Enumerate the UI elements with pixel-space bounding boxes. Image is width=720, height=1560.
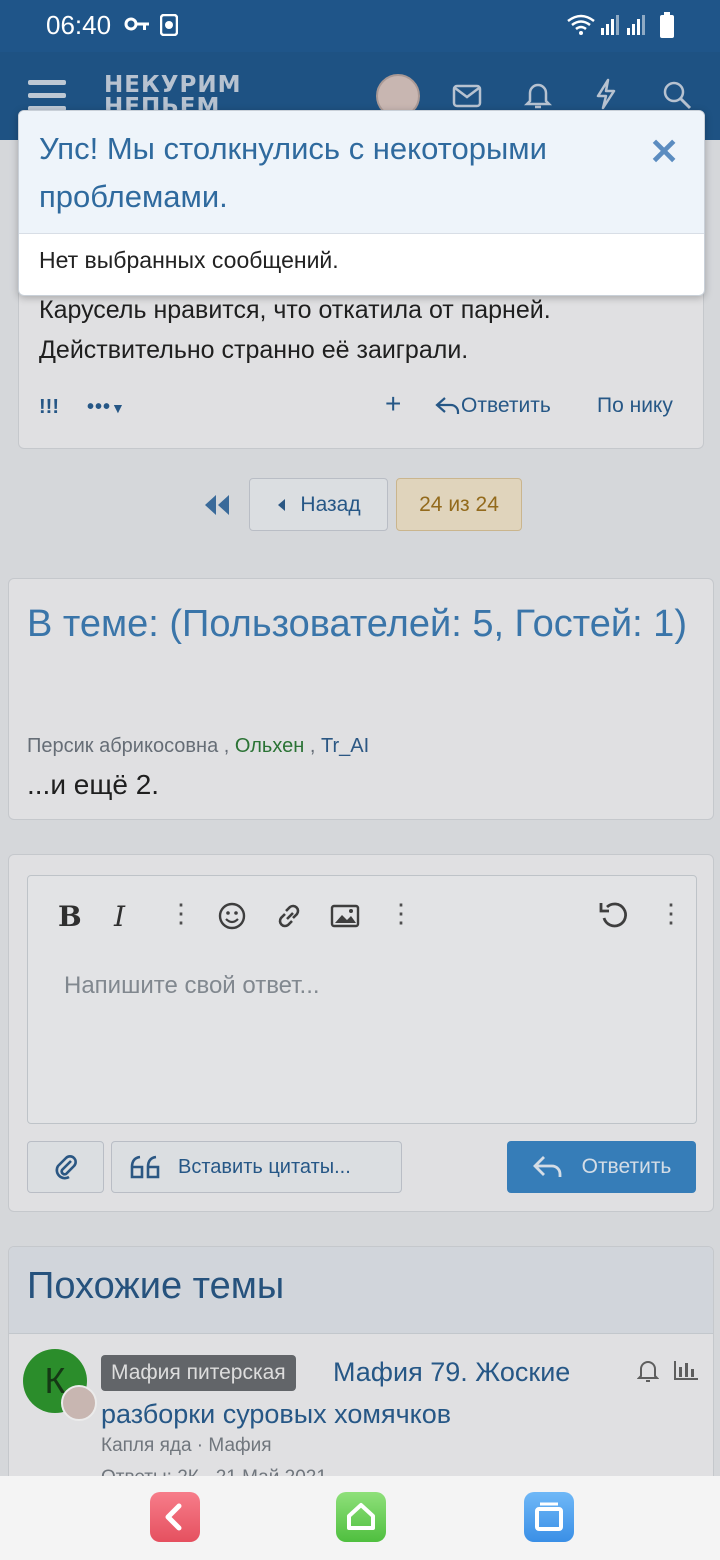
online-users-title: В теме: (Пользователей: 5, Гостей: 1) [27, 603, 687, 645]
status-bar: 06:40 [0, 0, 720, 52]
insert-quotes-button[interactable]: Вставить цитаты... [111, 1141, 402, 1193]
current-page-badge[interactable]: 24 из 24 [396, 478, 522, 531]
first-page-icon[interactable] [202, 492, 232, 518]
undo-icon[interactable] [598, 900, 630, 930]
back-arrow-icon [165, 1503, 182, 1531]
system-nav-bar [0, 1476, 720, 1560]
recents-icon [535, 1502, 563, 1531]
similar-threads-title: Похожие темы [27, 1265, 285, 1307]
italic-icon[interactable]: I [114, 900, 125, 933]
reply-submit-button[interactable]: Ответить [507, 1141, 696, 1193]
bell-icon[interactable] [524, 80, 552, 110]
back-button[interactable]: Назад [249, 478, 388, 531]
more-insert-options-icon[interactable]: ⋮ [388, 898, 414, 929]
logo-line-1: НЕКУРИМ [104, 72, 242, 98]
reply-textarea[interactable]: Напишите свой ответ... [64, 972, 320, 1000]
user-link[interactable]: Tr_AI [321, 735, 369, 757]
paperclip-icon [55, 1155, 77, 1180]
wifi-icon [566, 14, 596, 36]
reply-icon [435, 397, 460, 414]
reply-link-label: Ответить [461, 394, 551, 417]
reply-link[interactable]: Ответить [435, 394, 551, 418]
back-nav-button[interactable] [150, 1492, 200, 1542]
bell-icon[interactable] [637, 1359, 659, 1383]
recents-nav-button[interactable] [524, 1492, 574, 1542]
separator: , [223, 735, 230, 757]
error-dialog-message: Нет выбранных сообщений. [39, 247, 339, 273]
online-users-list: Персик абрикосовна , Ольхен , Tr_AI [27, 735, 369, 758]
by-nick-link[interactable]: По нику [597, 394, 673, 418]
insert-quotes-label: Вставить цитаты... [178, 1155, 351, 1178]
post-text-line: Карусель нравится, что откатила от парне… [39, 296, 551, 324]
close-icon[interactable]: ✕ [649, 131, 679, 173]
error-dialog-title: Упс! Мы столкнулись с некоторыми проблем… [39, 131, 547, 214]
online-users-card: В теме: (Пользователей: 5, Гостей: 1) Пе… [8, 578, 714, 820]
avatar-small[interactable] [61, 1385, 97, 1421]
quote-icon [130, 1155, 160, 1179]
user-link[interactable]: Ольхен [235, 735, 304, 757]
more-options-button[interactable]: •••▼ [87, 396, 126, 419]
sync-icon [160, 14, 178, 36]
more-text-options-icon[interactable]: ⋮ [168, 898, 194, 929]
add-button[interactable]: + [385, 388, 401, 420]
post-body: Карусель нравится, что откатила от парне… [39, 290, 551, 370]
link-icon[interactable] [274, 902, 304, 930]
search-icon[interactable] [662, 80, 692, 110]
signal-2-icon [626, 14, 646, 36]
similar-thread-title[interactable]: Мафия 79. Жоские разборки суровых хомячк… [101, 1351, 621, 1435]
attach-button[interactable] [27, 1141, 104, 1193]
lightning-icon[interactable] [594, 78, 618, 110]
similar-threads-card: Похожие темы К Мафия питерская Мафия 79.… [8, 1246, 714, 1488]
image-icon[interactable] [330, 904, 360, 928]
separator: , [309, 735, 316, 757]
editor-area: B I ⋮ ⋮ ⋮ Напишите свой ответ... [27, 875, 697, 1124]
key-icon [124, 14, 150, 34]
smiley-icon[interactable] [218, 902, 246, 930]
more-editor-options-icon[interactable]: ⋮ [658, 898, 684, 929]
chevron-left-icon [278, 498, 286, 511]
post-text-line: Действительно странно её заиграли. [39, 336, 469, 364]
error-dialog: Упс! Мы столкнулись с некоторыми проблем… [18, 110, 705, 296]
back-label: Назад [300, 492, 361, 516]
thread-meta: Капля яда · Мафия [101, 1435, 272, 1456]
reply-editor-card: B I ⋮ ⋮ ⋮ Напишите свой ответ... Вставит… [8, 854, 714, 1212]
stats-icon[interactable] [673, 1359, 699, 1381]
bold-icon[interactable]: B [58, 900, 82, 933]
report-button[interactable]: !!! [39, 396, 59, 419]
mail-icon[interactable] [452, 84, 482, 108]
reply-icon [532, 1156, 562, 1177]
battery-icon [660, 12, 674, 38]
home-icon [347, 1503, 375, 1530]
signal-icon [600, 14, 620, 36]
status-time: 06:40 [46, 10, 112, 40]
home-nav-button[interactable] [336, 1492, 386, 1542]
reply-submit-label: Ответить [581, 1155, 672, 1178]
more-users-text: ...и ещё 2. [27, 769, 160, 800]
user-link[interactable]: Персик абрикосовна [27, 735, 218, 757]
